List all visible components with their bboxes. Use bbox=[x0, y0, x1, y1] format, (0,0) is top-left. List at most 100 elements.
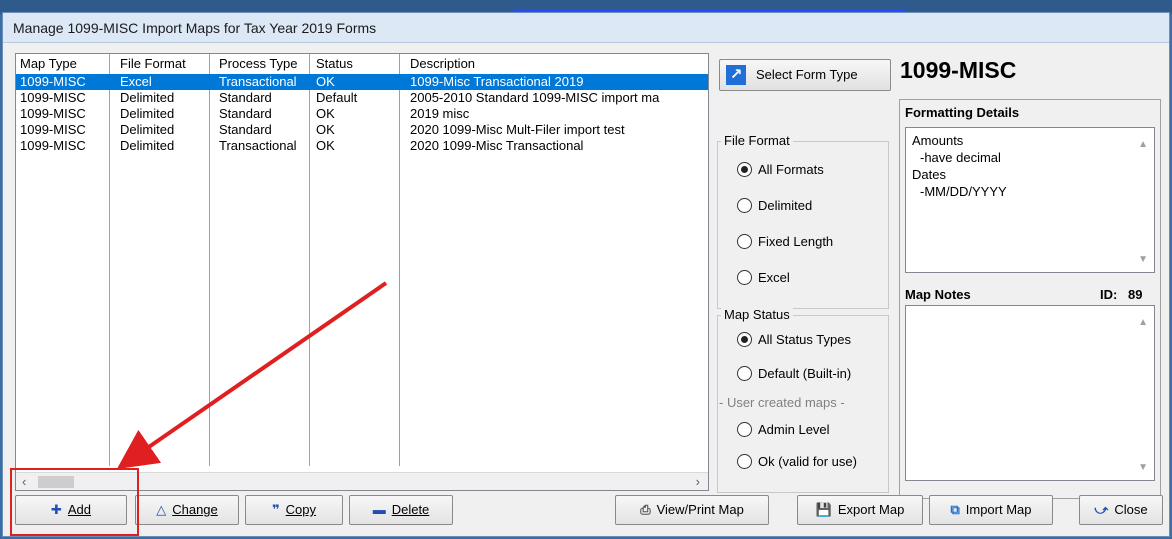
radio-admin-level[interactable]: Admin Level bbox=[737, 421, 830, 439]
radio-empty-icon bbox=[737, 270, 752, 285]
table-row[interactable]: 1099-MISC Excel Transactional OK 1099-Mi… bbox=[16, 74, 708, 90]
radio-label: Fixed Length bbox=[758, 234, 834, 249]
column-header-map-type[interactable]: Map Type bbox=[20, 56, 77, 71]
cell-file-format: Delimited bbox=[120, 122, 175, 137]
radio-excel[interactable]: Excel bbox=[737, 269, 790, 287]
cell-file-format: Delimited bbox=[120, 106, 175, 121]
table-row[interactable]: 1099-MISC Delimited Standard OK 2019 mis… bbox=[16, 106, 708, 122]
column-header-description[interactable]: Description bbox=[410, 56, 475, 71]
cell-map-type: 1099-MISC bbox=[20, 90, 86, 105]
radio-all-status-types[interactable]: All Status Types bbox=[737, 331, 851, 349]
scroll-down-icon[interactable]: ▼ bbox=[1138, 251, 1148, 268]
radio-label: Admin Level bbox=[758, 422, 830, 437]
printer-icon: ⎙ bbox=[640, 502, 651, 517]
cell-process-type: Transactional bbox=[219, 74, 297, 89]
quote-icon: ❞ bbox=[272, 502, 280, 517]
cell-map-type: 1099-MISC bbox=[20, 138, 86, 153]
delete-button[interactable]: ▬ Delete bbox=[349, 495, 453, 525]
cell-description: 2020 1099-Misc Transactional bbox=[410, 138, 584, 153]
select-form-type-button[interactable]: ↗ Select Form Type bbox=[719, 59, 891, 91]
radio-ok-valid[interactable]: Ok (valid for use) bbox=[737, 453, 857, 471]
cell-description: 2005-2010 Standard 1099-MISC import ma bbox=[410, 90, 660, 105]
formatting-line: Amounts bbox=[912, 133, 964, 148]
radio-label: All Formats bbox=[758, 162, 824, 177]
change-label: Change bbox=[172, 502, 218, 517]
formatting-details-label: Formatting Details bbox=[905, 105, 1020, 120]
arrow-up-right-icon: ↗ bbox=[726, 65, 746, 85]
export-map-button[interactable]: 💾 Export Map bbox=[797, 495, 923, 525]
map-status-label: Map Status bbox=[721, 307, 793, 322]
radio-empty-icon bbox=[737, 422, 752, 437]
change-button[interactable]: △ Change bbox=[135, 495, 239, 525]
radio-label: Ok (valid for use) bbox=[758, 454, 857, 469]
minus-icon: ▬ bbox=[372, 502, 386, 517]
radio-delimited[interactable]: Delimited bbox=[737, 197, 812, 215]
radio-selected-icon bbox=[737, 332, 752, 347]
scroll-down-icon[interactable]: ▼ bbox=[1138, 459, 1148, 476]
column-header-file-format[interactable]: File Format bbox=[120, 56, 186, 71]
map-notes-box[interactable]: ▲ ▼ bbox=[905, 305, 1155, 481]
close-button[interactable]: ⤻ Close bbox=[1079, 495, 1163, 525]
table-row[interactable]: 1099-MISC Delimited Transactional OK 202… bbox=[16, 138, 708, 154]
radio-empty-icon bbox=[737, 198, 752, 213]
radio-default-built-in[interactable]: Default (Built-in) bbox=[737, 365, 851, 383]
map-notes-label: Map Notes bbox=[905, 287, 971, 302]
copy-button[interactable]: ❞ Copy bbox=[245, 495, 343, 525]
form-type-heading: 1099-MISC bbox=[900, 57, 1017, 83]
scroll-up-icon[interactable]: ▲ bbox=[1138, 314, 1148, 331]
view-print-map-button[interactable]: ⎙ View/Print Map bbox=[615, 495, 769, 525]
radio-fixed-length[interactable]: Fixed Length bbox=[737, 233, 833, 251]
import-maps-window: Manage 1099-MISC Import Maps for Tax Yea… bbox=[2, 12, 1170, 537]
column-header-status[interactable]: Status bbox=[316, 56, 353, 71]
map-id-label: ID: bbox=[1100, 287, 1118, 302]
cell-status: OK bbox=[316, 138, 335, 153]
radio-label: All Status Types bbox=[758, 332, 851, 347]
cell-map-type: 1099-MISC bbox=[20, 106, 86, 121]
cell-status: OK bbox=[316, 122, 335, 137]
radio-empty-icon bbox=[737, 454, 752, 469]
cell-map-type: 1099-MISC bbox=[20, 122, 86, 137]
save-icon: 💾 bbox=[815, 502, 832, 517]
table-row[interactable]: 1099-MISC Delimited Standard OK 2020 109… bbox=[16, 122, 708, 138]
cell-file-format: Excel bbox=[120, 74, 152, 89]
return-arrow-icon: ⤻ bbox=[1094, 502, 1109, 517]
cell-description: 2020 1099-Misc Mult-Filer import test bbox=[410, 122, 625, 137]
delete-label: Delete bbox=[391, 502, 430, 517]
close-label: Close bbox=[1114, 502, 1148, 517]
column-header-process-type[interactable]: Process Type bbox=[219, 56, 298, 71]
formatting-details-box[interactable]: Amounts -have decimal Dates -MM/DD/YYYY … bbox=[905, 127, 1155, 273]
file-format-label: File Format bbox=[721, 133, 793, 148]
table-row[interactable]: 1099-MISC Delimited Standard Default 200… bbox=[16, 90, 708, 106]
import-map-button[interactable]: ⧉ Import Map bbox=[929, 495, 1053, 525]
cell-map-type: 1099-MISC bbox=[20, 74, 86, 89]
export-label: Export Map bbox=[837, 502, 905, 517]
user-created-maps-label: - User created maps - bbox=[719, 395, 845, 410]
radio-all-formats[interactable]: All Formats bbox=[737, 161, 824, 179]
map-id-value: 89 bbox=[1128, 287, 1143, 302]
triangle-icon: △ bbox=[156, 502, 167, 517]
radio-label: Delimited bbox=[758, 198, 813, 213]
radio-label: Excel bbox=[758, 270, 790, 285]
import-icon: ⧉ bbox=[950, 502, 960, 517]
formatting-line: -MM/DD/YYYY bbox=[920, 184, 1007, 199]
formatting-line: -have decimal bbox=[920, 150, 1001, 165]
cell-process-type: Standard bbox=[219, 122, 272, 137]
radio-empty-icon bbox=[737, 366, 752, 381]
cell-status: Default bbox=[316, 90, 358, 105]
window-title: Manage 1099-MISC Import Maps for Tax Yea… bbox=[3, 13, 1169, 43]
cell-description: 1099-Misc Transactional 2019 bbox=[410, 74, 584, 89]
cell-process-type: Standard bbox=[219, 106, 272, 121]
scroll-right-icon[interactable]: › bbox=[696, 473, 700, 491]
copy-label: Copy bbox=[285, 502, 316, 517]
formatting-line: Dates bbox=[912, 167, 946, 182]
annotation-highlight-box bbox=[10, 468, 139, 536]
select-form-type-label: Select Form Type bbox=[756, 67, 858, 82]
cell-process-type: Transactional bbox=[219, 138, 297, 153]
scroll-up-icon[interactable]: ▲ bbox=[1138, 136, 1148, 153]
view-print-label: View/Print Map bbox=[656, 502, 744, 517]
maps-list[interactable]: Map Type File Format Process Type Status… bbox=[15, 53, 709, 491]
import-label: Import Map bbox=[965, 502, 1032, 517]
cell-status: OK bbox=[316, 106, 335, 121]
radio-selected-icon bbox=[737, 162, 752, 177]
cell-description: 2019 misc bbox=[410, 106, 470, 121]
